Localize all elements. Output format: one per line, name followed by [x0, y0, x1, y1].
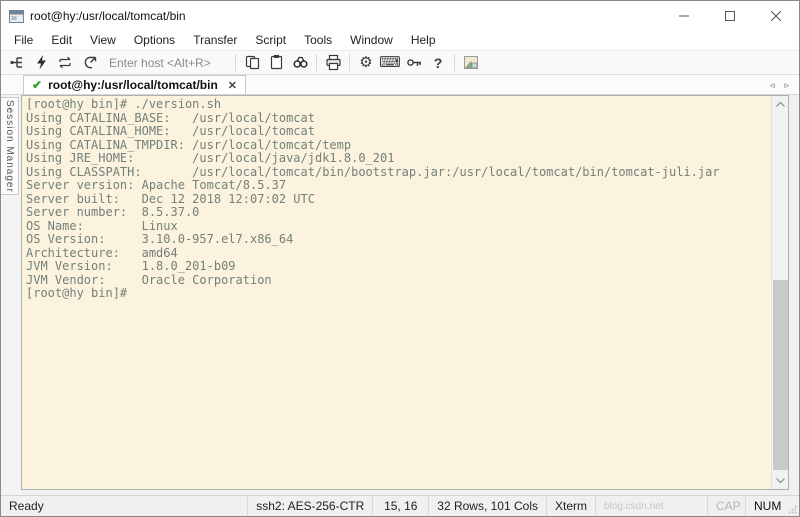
- status-emulation: Xterm: [545, 496, 595, 516]
- watermark-text: blog.csdn.net: [595, 496, 707, 516]
- terminal-line: OS Version: 3.10.0-957.el7.x86_64: [26, 232, 294, 246]
- scroll-up-icon[interactable]: [772, 96, 789, 113]
- toolbar: Enter host <Alt+R> ⚙ ⌨ ?: [1, 50, 799, 75]
- session-manager-tab-label: Session Manager: [4, 99, 15, 193]
- caps-lock-indicator: CAP: [707, 496, 745, 516]
- scroll-down-icon[interactable]: [772, 472, 789, 489]
- statusbar: Ready ssh2: AES-256-CTR 15, 16 32 Rows, …: [1, 495, 799, 516]
- terminal-line: Using CATALINA_BASE: /usr/local/tomcat: [26, 110, 315, 125]
- terminal-line: Server number: 8.5.37.0: [26, 205, 200, 219]
- num-lock-indicator: NUM: [745, 496, 785, 516]
- titlebar: root@hy:/usr/local/tomcat/bin: [1, 1, 799, 31]
- keymap-keyboard-icon[interactable]: ⌨: [378, 52, 402, 74]
- terminal-line: Using CATALINA_TMPDIR: /usr/local/tomcat…: [26, 137, 352, 152]
- terminal-line: Server built: Dec 12 2018 12:07:02 UTC: [26, 191, 315, 206]
- find-icon[interactable]: [288, 52, 312, 74]
- connected-check-icon: ✔: [32, 78, 43, 92]
- terminal-line: [root@hy bin]# ./version.sh: [26, 97, 222, 111]
- disconnect-icon[interactable]: [77, 52, 101, 74]
- copy-icon[interactable]: [240, 52, 264, 74]
- menu-transfer[interactable]: Transfer: [184, 31, 246, 50]
- menu-help[interactable]: Help: [402, 31, 445, 50]
- menu-window[interactable]: Window: [341, 31, 402, 50]
- menu-file[interactable]: File: [5, 31, 42, 50]
- session-tab-label: root@hy:/usr/local/tomcat/bin: [48, 78, 218, 92]
- options-gear-icon[interactable]: ⚙: [354, 52, 378, 74]
- tab-close-icon[interactable]: ✕: [228, 79, 237, 92]
- resize-grip[interactable]: [785, 496, 799, 516]
- tabbar-lead-space: [1, 75, 23, 94]
- tab-scroll-arrows: ◃ ▹: [770, 80, 799, 94]
- menu-tools[interactable]: Tools: [295, 31, 341, 50]
- app-window: root@hy:/usr/local/tomcat/bin File Edit …: [0, 0, 800, 517]
- status-screen-size: 32 Rows, 101 Cols: [428, 496, 546, 516]
- status-message: Ready: [9, 499, 44, 513]
- terminal-line: Server version: Apache Tomcat/8.5.37: [26, 178, 287, 192]
- terminal-line: OS Name: Linux: [26, 218, 178, 233]
- close-button[interactable]: [753, 1, 799, 31]
- session-tab[interactable]: ✔ root@hy:/usr/local/tomcat/bin ✕: [23, 75, 246, 94]
- screen-capture-icon[interactable]: [459, 52, 483, 74]
- terminal-screen[interactable]: [root@hy bin]# ./version.sh Using CATALI…: [22, 96, 771, 489]
- menu-view[interactable]: View: [81, 31, 125, 50]
- left-dock-strip: Session Manager: [1, 95, 21, 495]
- window-title: root@hy:/usr/local/tomcat/bin: [30, 9, 186, 23]
- scrollbar-thumb[interactable]: [773, 280, 788, 470]
- terminal-line: Using CATALINA_HOME: /usr/local/tomcat: [26, 124, 315, 138]
- maximize-button[interactable]: [707, 1, 753, 31]
- toolbar-separator: [316, 54, 317, 71]
- quick-connect-icon[interactable]: [29, 52, 53, 74]
- terminal-line: [root@hy bin]#: [26, 286, 135, 300]
- status-protocol: ssh2: AES-256-CTR: [247, 496, 372, 516]
- terminal-frame: [root@hy bin]# ./version.sh Using CATALI…: [21, 95, 789, 490]
- toolbar-separator: [349, 54, 350, 71]
- key-icon[interactable]: [402, 52, 426, 74]
- terminal-line: Architecture: amd64: [26, 245, 178, 260]
- terminal-line: JVM Vendor: Oracle Corporation: [26, 272, 272, 287]
- app-icon: [9, 9, 24, 23]
- terminal-line: Using CLASSPATH: /usr/local/tomcat/bin/b…: [26, 164, 720, 179]
- menu-script[interactable]: Script: [246, 31, 295, 50]
- toolbar-separator: [454, 54, 455, 71]
- quick-connect-host-input[interactable]: Enter host <Alt+R>: [101, 56, 231, 70]
- terminal-line: Using JRE_HOME: /usr/local/java/jdk1.8.0…: [26, 151, 395, 165]
- main-area: Session Manager [root@hy bin]# ./version…: [1, 95, 799, 495]
- menubar: File Edit View Options Transfer Script T…: [1, 31, 799, 50]
- tab-scroll-left-icon[interactable]: ◃: [770, 80, 775, 91]
- tabbar: ✔ root@hy:/usr/local/tomcat/bin ✕ ◃ ▹: [1, 75, 799, 95]
- toolbar-separator: [235, 54, 236, 71]
- menu-options[interactable]: Options: [125, 31, 184, 50]
- paste-icon[interactable]: [264, 52, 288, 74]
- menu-edit[interactable]: Edit: [42, 31, 81, 50]
- terminal-line: JVM Version: 1.8.0_201-b09: [26, 259, 236, 273]
- help-icon[interactable]: ?: [426, 52, 450, 74]
- reconnect-icon[interactable]: [53, 52, 77, 74]
- minimize-button[interactable]: [661, 1, 707, 31]
- session-manager-icon[interactable]: [5, 52, 29, 74]
- print-icon[interactable]: [321, 52, 345, 74]
- tab-scroll-right-icon[interactable]: ▹: [784, 80, 789, 91]
- status-cursor-position: 15, 16: [372, 496, 428, 516]
- session-manager-vertical-tab[interactable]: Session Manager: [1, 97, 19, 195]
- vertical-scrollbar[interactable]: [771, 96, 788, 489]
